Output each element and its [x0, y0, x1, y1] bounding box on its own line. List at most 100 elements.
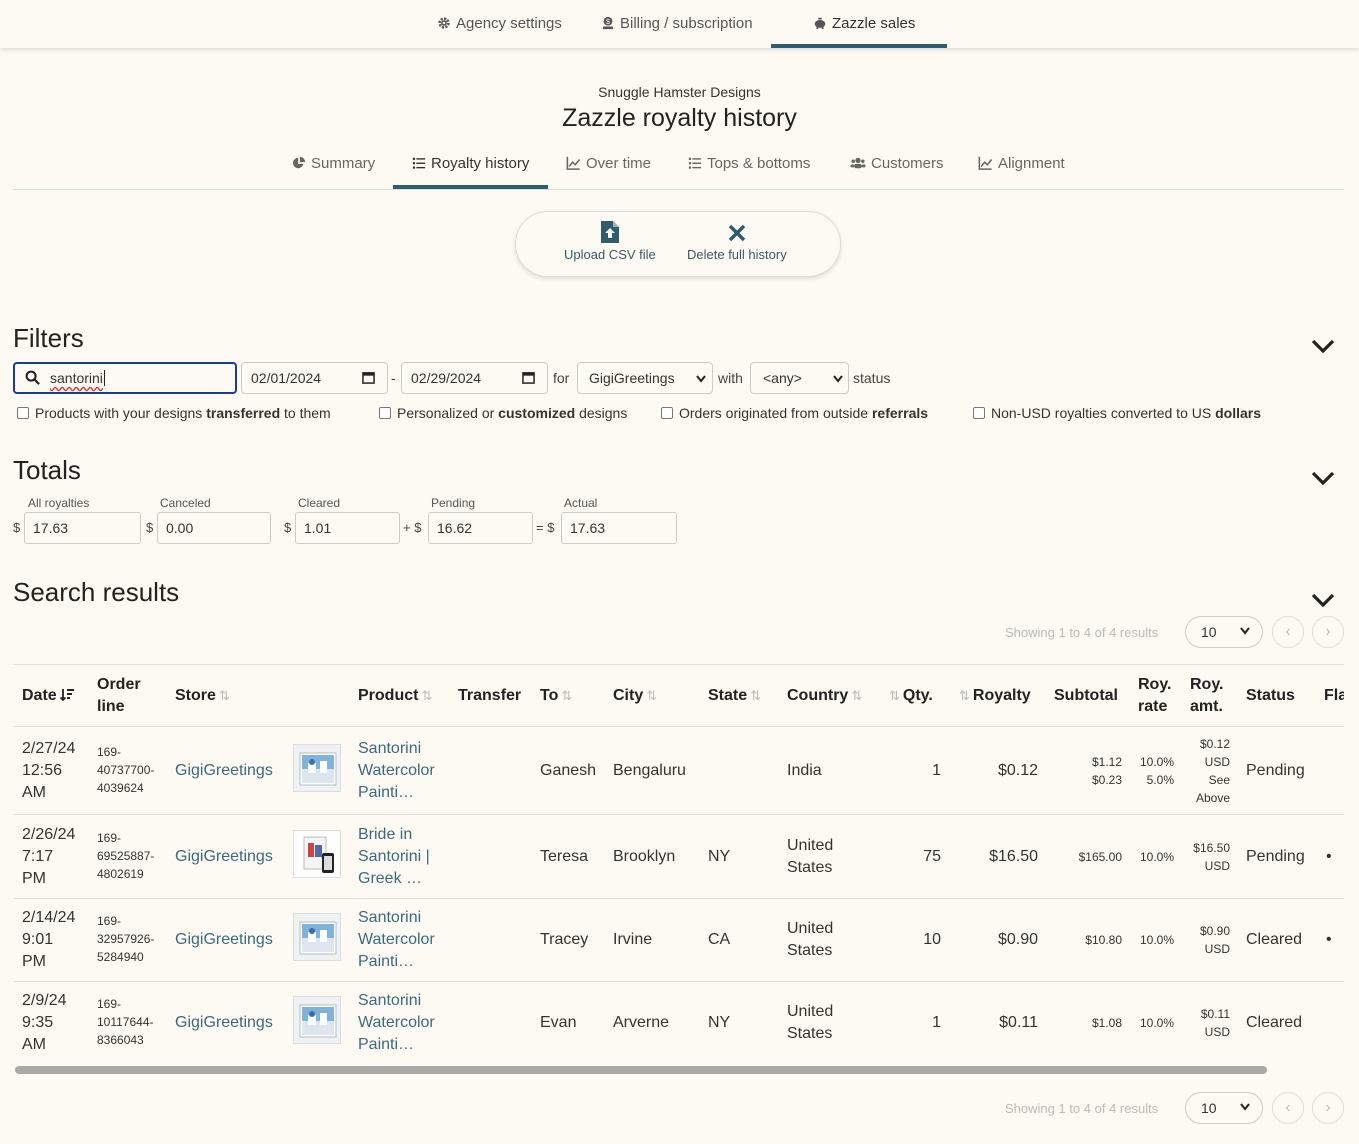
- tab-active-indicator: [393, 185, 548, 189]
- next-page-button[interactable]: ›: [1312, 1092, 1344, 1124]
- col-label: Subtotal: [1054, 687, 1118, 704]
- col-to[interactable]: To ⇅: [540, 685, 572, 707]
- actual-field[interactable]: 17.63: [561, 512, 677, 544]
- delete-history-button[interactable]: Delete full history: [687, 220, 787, 262]
- chevron-down-icon[interactable]: [1310, 591, 1336, 609]
- date-from-input[interactable]: 02/01/2024: [241, 362, 388, 394]
- col-roy-rate[interactable]: Roy. rate: [1138, 674, 1171, 718]
- cell-text: Bride in: [358, 826, 413, 843]
- prev-page-button[interactable]: ‹: [1272, 1092, 1304, 1124]
- checkbox-transferred[interactable]: Products with your designs transferred t…: [17, 405, 331, 421]
- sort-icon: ⇅: [421, 688, 433, 703]
- col-label: State: [708, 687, 748, 704]
- checkbox-customized[interactable]: Personalized or customized designs: [379, 405, 627, 421]
- col-qty[interactable]: ⇅ Qty.: [889, 685, 933, 707]
- cell-text: $1.12: [1091, 755, 1122, 769]
- cell-text: 169-: [97, 914, 122, 928]
- horizontal-scrollbar[interactable]: [15, 1066, 1267, 1074]
- store-link[interactable]: GigiGreetings: [175, 929, 273, 951]
- status-cell: Pending: [1246, 848, 1305, 865]
- product-thumbnail[interactable]: [293, 996, 341, 1044]
- prev-page-button[interactable]: ‹: [1272, 616, 1304, 648]
- results-count: Showing 1 to 4 of 4 results: [1005, 1101, 1159, 1116]
- chevron-down-icon[interactable]: [1310, 337, 1336, 355]
- product-link[interactable]: Santorini Watercolor Painti…: [358, 907, 435, 973]
- col-subtotal[interactable]: Subtotal: [1054, 685, 1118, 707]
- checkbox[interactable]: [17, 407, 29, 419]
- cell-text: 7:17: [22, 848, 54, 865]
- store-link[interactable]: GigiGreetings: [175, 760, 273, 782]
- upload-csv-button[interactable]: Upload CSV file: [564, 220, 656, 262]
- checkbox[interactable]: [973, 407, 985, 419]
- col-date[interactable]: Date: [22, 685, 74, 707]
- col-royalty[interactable]: ⇅ Royalty: [959, 685, 1031, 707]
- flag-cell: •: [1326, 931, 1332, 948]
- date-to-value: 02/29/2024: [411, 370, 482, 386]
- status-label: status: [853, 370, 891, 386]
- col-label: Qty.: [902, 687, 933, 704]
- col-product[interactable]: Product ⇅: [358, 685, 432, 707]
- date-to-input[interactable]: 02/29/2024: [401, 362, 548, 394]
- tab-tops-bottoms[interactable]: Tops & bottoms: [688, 155, 810, 172]
- col-country[interactable]: Country ⇅: [787, 685, 862, 707]
- col-state[interactable]: State ⇅: [708, 685, 761, 707]
- product-link[interactable]: Santorini Watercolor Painti…: [358, 738, 435, 804]
- product-thumbnail[interactable]: [293, 744, 341, 792]
- search-input[interactable]: santorini: [13, 362, 237, 394]
- all-royalties-field[interactable]: 17.63: [24, 512, 141, 544]
- nav-zazzle-sales[interactable]: Zazzle sales: [813, 15, 915, 32]
- page-size-select[interactable]: 10: [1185, 1092, 1263, 1124]
- tab-over-time[interactable]: Over time: [566, 155, 651, 172]
- col-flag[interactable]: Fla: [1324, 685, 1344, 707]
- royalty-cell: $0.12: [997, 762, 1038, 779]
- chevron-down-icon[interactable]: [1310, 469, 1336, 487]
- col-transfer[interactable]: Transfer: [458, 685, 521, 707]
- checkbox-dollars[interactable]: Non-USD royalties converted to US dollar…: [973, 405, 1261, 421]
- nav-label: Billing / subscription: [620, 15, 753, 32]
- product-thumbnail[interactable]: [293, 830, 341, 878]
- page-size-select[interactable]: 10: [1185, 616, 1263, 648]
- col-roy-amt[interactable]: Roy. amt.: [1190, 674, 1223, 718]
- row-divider: [13, 726, 1344, 727]
- cell-text: USD: [1204, 1025, 1230, 1039]
- cell-text: Santorini: [358, 909, 422, 926]
- piggy-bank-icon: [814, 17, 826, 30]
- status-select[interactable]: <any>: [750, 362, 849, 394]
- city-cell: Irvine: [613, 931, 653, 948]
- tab-summary[interactable]: Summary: [292, 155, 375, 172]
- pending-field[interactable]: 16.62: [428, 512, 533, 544]
- city-cell: Bengaluru: [613, 762, 686, 779]
- product-link[interactable]: Bride in Santorini | Greek …: [358, 824, 430, 890]
- tab-customers[interactable]: Customers: [850, 155, 944, 172]
- store-link[interactable]: GigiGreetings: [175, 846, 273, 868]
- col-store[interactable]: Store ⇅: [175, 685, 230, 707]
- nav-billing[interactable]: $ Billing / subscription: [601, 15, 753, 32]
- cleared-field[interactable]: 1.01: [295, 512, 400, 544]
- tab-alignment[interactable]: Alignment: [978, 155, 1065, 172]
- next-page-button[interactable]: ›: [1312, 616, 1344, 648]
- cell-text: United: [787, 837, 834, 854]
- line-chart-icon: [978, 156, 993, 170]
- store-select[interactable]: GigiGreetings: [577, 362, 713, 394]
- checkbox-referrals[interactable]: Orders originated from outside referrals: [661, 405, 928, 421]
- checkbox[interactable]: [379, 407, 391, 419]
- cell-text: 10.0%: [1139, 933, 1174, 947]
- store-link[interactable]: GigiGreetings: [175, 1012, 273, 1034]
- cell-text: 169-: [97, 831, 122, 845]
- sort-icon: ⇅: [646, 688, 658, 703]
- col-city[interactable]: City ⇅: [613, 685, 657, 707]
- royalty-cell: $0.11: [999, 1014, 1038, 1031]
- col-label: Product: [358, 687, 419, 704]
- results-count: Showing 1 to 4 of 4 results: [1005, 625, 1159, 640]
- canceled-field[interactable]: 0.00: [157, 512, 271, 544]
- nav-agency-settings[interactable]: Agency settings: [437, 15, 562, 32]
- checkbox-text: Personalized or: [397, 405, 499, 421]
- col-order-line[interactable]: Order line: [97, 674, 141, 718]
- nav-active-indicator: [771, 44, 947, 48]
- checkbox[interactable]: [661, 407, 673, 419]
- col-status[interactable]: Status: [1246, 685, 1295, 707]
- order-line-cell: 169- 10117644- 8366043: [97, 995, 154, 1049]
- product-thumbnail[interactable]: [293, 913, 341, 961]
- product-link[interactable]: Santorini Watercolor Painti…: [358, 990, 435, 1056]
- tab-royalty-history[interactable]: Royalty history: [412, 155, 529, 172]
